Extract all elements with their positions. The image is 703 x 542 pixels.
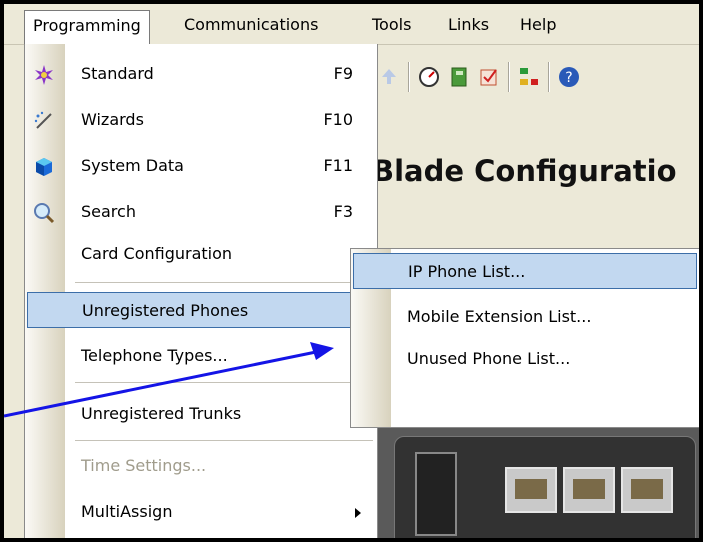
screenshot-frame: ? Blade Configuratio Programming Communi…	[0, 0, 703, 542]
annotation-arrow-head	[310, 342, 334, 360]
annotation-arrow-line	[4, 350, 317, 418]
annotation-arrow	[4, 342, 334, 418]
